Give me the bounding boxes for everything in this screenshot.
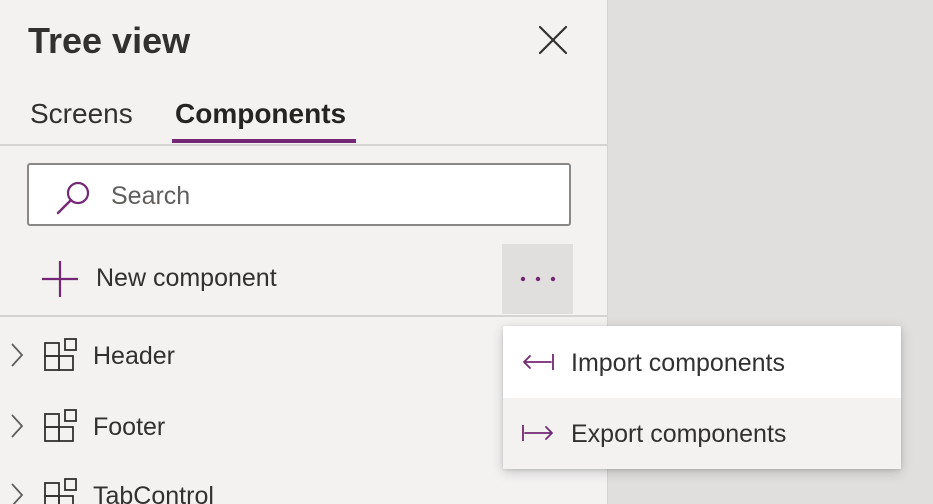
export-components-menu-item[interactable]: Export components (503, 398, 901, 469)
tree-item-label: Footer (93, 413, 166, 441)
component-icon (44, 338, 77, 371)
tabs-divider (0, 144, 607, 146)
panel-title: Tree view (28, 20, 191, 61)
plus-icon (42, 261, 78, 297)
search-input[interactable] (109, 177, 553, 215)
search-icon (56, 181, 90, 215)
new-component-button[interactable]: New component (28, 244, 573, 314)
more-options-button[interactable] (502, 244, 573, 314)
component-icon (44, 409, 77, 442)
search-box[interactable] (27, 163, 571, 226)
import-components-menu-item[interactable]: Import components (503, 327, 901, 398)
tab-screens[interactable]: Screens (30, 98, 133, 130)
new-component-label: New component (96, 264, 277, 292)
tree-item-label: TabControl (93, 482, 214, 504)
tab-components[interactable]: Components (175, 98, 346, 130)
close-icon (538, 25, 568, 55)
chevron-right-icon[interactable] (9, 413, 25, 439)
export-components-label: Export components (571, 420, 787, 448)
list-divider (0, 315, 607, 317)
component-icon (44, 478, 77, 504)
import-components-label: Import components (571, 349, 785, 377)
tree-item-label: Header (93, 342, 175, 370)
active-tab-indicator (172, 139, 356, 143)
components-context-menu: Import components Export components (503, 326, 901, 469)
chevron-right-icon[interactable] (9, 482, 25, 504)
import-arrow-icon (523, 354, 554, 370)
chevron-right-icon[interactable] (9, 342, 25, 368)
more-horizontal-icon (520, 276, 556, 282)
close-button[interactable] (533, 20, 573, 60)
export-arrow-icon (522, 425, 553, 441)
